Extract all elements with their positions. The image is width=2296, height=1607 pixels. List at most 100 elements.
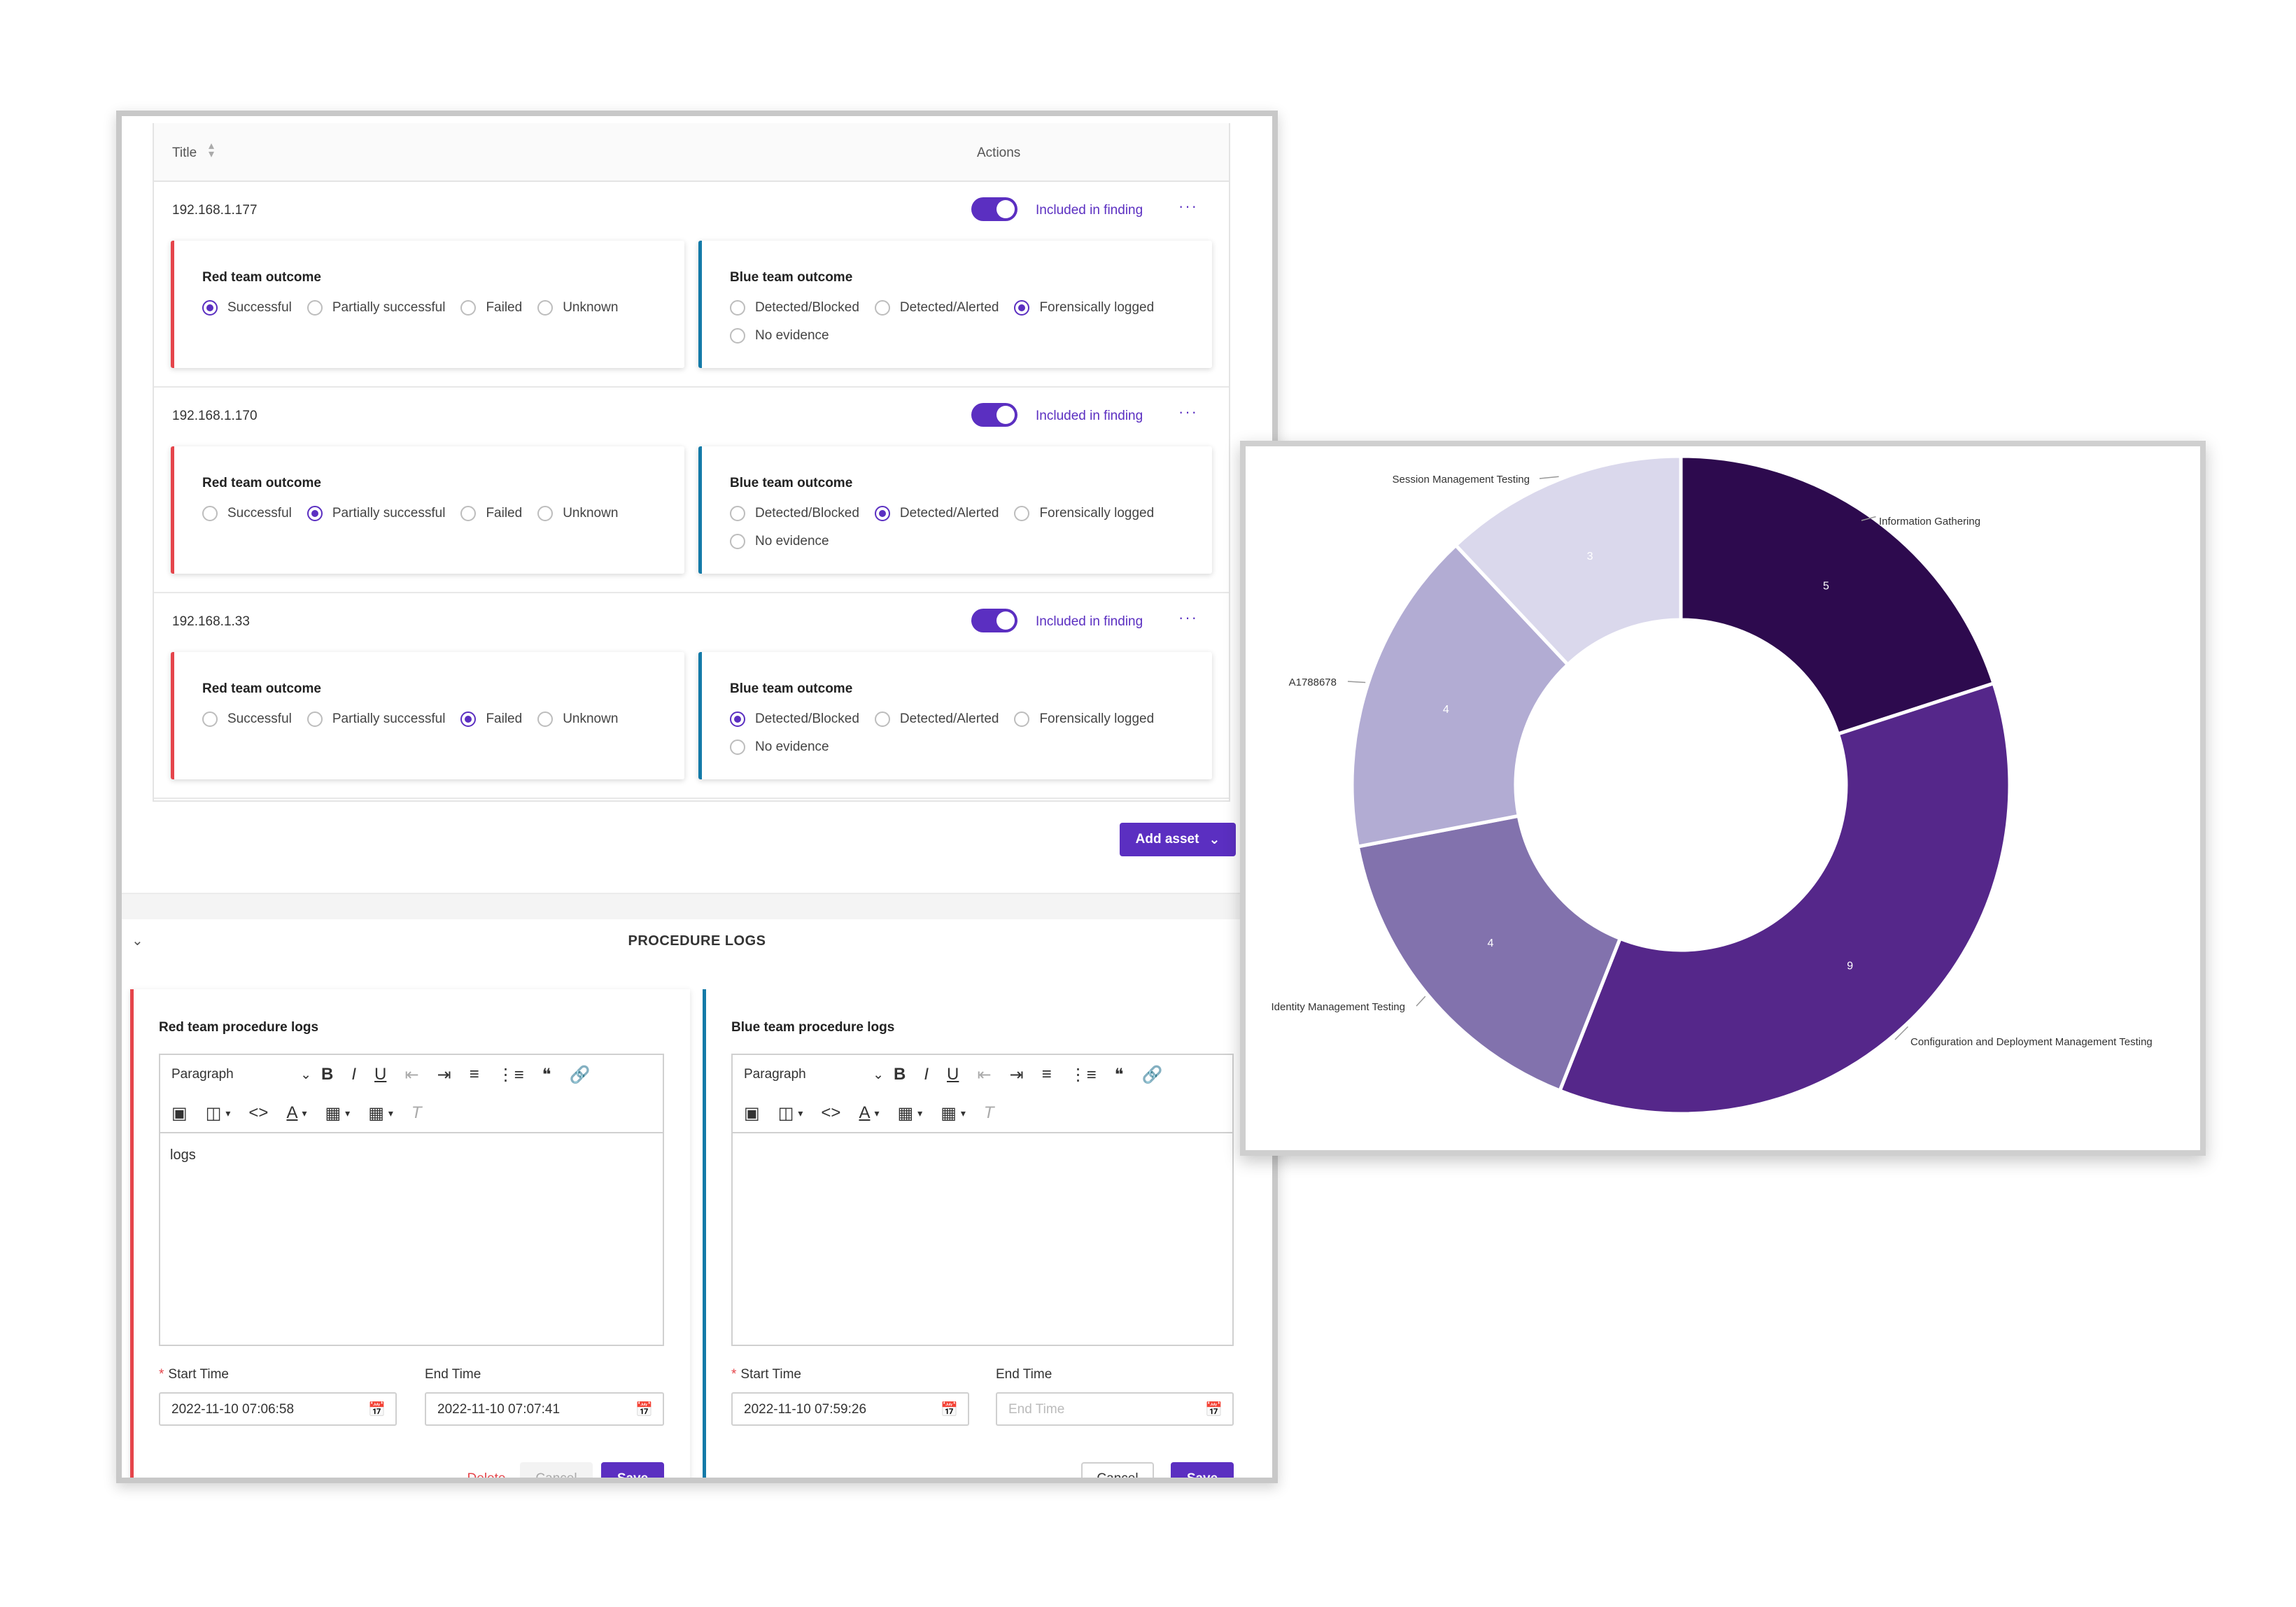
- calendar-icon[interactable]: 📅: [941, 1401, 958, 1418]
- radio-option[interactable]: Forensically logged: [1014, 705, 1154, 733]
- radio-dot[interactable]: [202, 712, 218, 727]
- radio-dot[interactable]: [1014, 506, 1030, 521]
- included-toggle[interactable]: [971, 609, 1017, 632]
- highlight-icon[interactable]: ▦ ▾: [897, 1103, 922, 1124]
- radio-dot[interactable]: [730, 739, 745, 755]
- blue-end-time-input[interactable]: End Time 📅: [996, 1392, 1234, 1426]
- outdent-icon[interactable]: ⇤: [404, 1065, 418, 1085]
- red-log-editor[interactable]: Paragraph ⌄ B I U ⇤ ⇥ ≡ ⋮≡ ❝ 🔗 ▣ ◫ ▾ <> A ▾…: [159, 1054, 664, 1346]
- radio-option[interactable]: Successful: [202, 294, 292, 322]
- underline-icon[interactable]: U: [947, 1065, 959, 1084]
- radio-option[interactable]: No evidence: [730, 528, 829, 555]
- radio-dot[interactable]: [537, 506, 554, 521]
- radio-dot[interactable]: [460, 712, 477, 727]
- add-asset-button[interactable]: Add asset ⌄: [1120, 823, 1236, 856]
- bullet-list-icon[interactable]: ⋮≡: [498, 1065, 524, 1085]
- radio-dot[interactable]: [307, 300, 323, 316]
- quote-icon[interactable]: ❝: [542, 1065, 551, 1085]
- included-toggle[interactable]: [971, 197, 1017, 221]
- link-icon[interactable]: 🔗: [570, 1065, 591, 1085]
- code-icon[interactable]: <>: [248, 1103, 268, 1123]
- highlight-icon[interactable]: ▦ ▾: [325, 1103, 350, 1124]
- radio-dot[interactable]: [874, 506, 890, 521]
- paragraph-select[interactable]: Paragraph ⌄: [744, 1067, 884, 1083]
- sort-icon[interactable]: ▴ ▾: [209, 141, 214, 160]
- red-end-time-input[interactable]: 2022-11-10 07:07:41 📅: [425, 1392, 664, 1426]
- radio-dot[interactable]: [1014, 712, 1030, 727]
- radio-option[interactable]: Partially successful: [307, 705, 445, 733]
- radio-dot[interactable]: [1014, 300, 1030, 316]
- italic-icon[interactable]: I: [351, 1065, 356, 1084]
- media-icon[interactable]: ◫ ▾: [206, 1103, 231, 1124]
- table-icon[interactable]: ▦ ▾: [368, 1103, 393, 1124]
- radio-option[interactable]: Forensically logged: [1014, 500, 1154, 528]
- blue-log-editor[interactable]: Paragraph ⌄ B I U ⇤ ⇥ ≡ ⋮≡ ❝ 🔗 ▣ ◫ ▾ <> A ▾…: [731, 1054, 1234, 1346]
- code-icon[interactable]: <>: [821, 1103, 840, 1123]
- quote-icon[interactable]: ❝: [1115, 1065, 1124, 1085]
- radio-dot[interactable]: [537, 300, 554, 316]
- radio-option[interactable]: Detected/Alerted: [874, 705, 999, 733]
- media-icon[interactable]: ◫ ▾: [778, 1103, 803, 1124]
- red-start-time-input[interactable]: 2022-11-10 07:06:58 📅: [159, 1392, 397, 1426]
- more-options-icon[interactable]: ···: [1178, 609, 1198, 627]
- radio-option[interactable]: Detected/Alerted: [874, 500, 999, 528]
- radio-option[interactable]: Partially successful: [307, 294, 445, 322]
- blue-cancel-button[interactable]: Cancel: [1081, 1462, 1154, 1478]
- radio-dot[interactable]: [730, 506, 745, 521]
- radio-option[interactable]: Failed: [460, 500, 522, 528]
- blue-save-button[interactable]: Save: [1171, 1462, 1234, 1478]
- radio-option[interactable]: Forensically logged: [1014, 294, 1154, 322]
- image-icon[interactable]: ▣: [171, 1103, 188, 1124]
- radio-option[interactable]: Unknown: [537, 705, 618, 733]
- radio-dot[interactable]: [307, 712, 323, 727]
- radio-dot[interactable]: [730, 712, 745, 727]
- paragraph-select[interactable]: Paragraph ⌄: [171, 1067, 311, 1083]
- red-save-button[interactable]: Save: [601, 1462, 664, 1478]
- italic-icon[interactable]: I: [924, 1065, 929, 1084]
- underline-icon[interactable]: U: [374, 1065, 386, 1084]
- radio-dot[interactable]: [202, 506, 218, 521]
- radio-option[interactable]: Partially successful: [307, 500, 445, 528]
- radio-dot[interactable]: [874, 300, 890, 316]
- delete-button[interactable]: Delete: [458, 1462, 514, 1478]
- clear-format-icon[interactable]: T: [411, 1103, 422, 1123]
- radio-option[interactable]: No evidence: [730, 733, 829, 761]
- link-icon[interactable]: 🔗: [1142, 1065, 1163, 1085]
- radio-option[interactable]: Unknown: [537, 500, 618, 528]
- radio-option[interactable]: No evidence: [730, 322, 829, 350]
- table-icon[interactable]: ▦ ▾: [941, 1103, 966, 1124]
- radio-option[interactable]: Detected/Blocked: [730, 705, 859, 733]
- calendar-icon[interactable]: 📅: [1205, 1401, 1223, 1418]
- cancel-button-disabled[interactable]: Cancel: [520, 1462, 593, 1478]
- indent-icon[interactable]: ⇥: [437, 1065, 451, 1085]
- radio-option[interactable]: Successful: [202, 500, 292, 528]
- clear-format-icon[interactable]: T: [984, 1103, 994, 1123]
- included-toggle[interactable]: [971, 403, 1017, 427]
- blue-start-time-input[interactable]: 2022-11-10 07:59:26 📅: [731, 1392, 969, 1426]
- font-color-icon[interactable]: A ▾: [859, 1103, 879, 1123]
- radio-dot[interactable]: [537, 712, 554, 727]
- donut-slice[interactable]: [1679, 454, 1996, 737]
- bold-icon[interactable]: B: [894, 1065, 906, 1084]
- radio-option[interactable]: Successful: [202, 705, 292, 733]
- more-options-icon[interactable]: ···: [1178, 197, 1198, 215]
- outdent-icon[interactable]: ⇤: [977, 1065, 991, 1085]
- red-log-content[interactable]: logs: [170, 1147, 196, 1163]
- radio-dot[interactable]: [460, 506, 477, 521]
- radio-dot[interactable]: [730, 300, 745, 316]
- radio-dot[interactable]: [730, 534, 745, 549]
- numbered-list-icon[interactable]: ≡: [1042, 1065, 1052, 1084]
- radio-option[interactable]: Detected/Blocked: [730, 500, 859, 528]
- radio-option[interactable]: Detected/Blocked: [730, 294, 859, 322]
- indent-icon[interactable]: ⇥: [1009, 1065, 1023, 1085]
- calendar-icon[interactable]: 📅: [368, 1401, 386, 1418]
- radio-dot[interactable]: [874, 712, 890, 727]
- column-title[interactable]: Title: [172, 146, 197, 161]
- numbered-list-icon[interactable]: ≡: [470, 1065, 479, 1084]
- radio-option[interactable]: Failed: [460, 705, 522, 733]
- image-icon[interactable]: ▣: [744, 1103, 760, 1124]
- calendar-icon[interactable]: 📅: [635, 1401, 653, 1418]
- radio-dot[interactable]: [460, 300, 477, 316]
- procedure-logs-header[interactable]: ⌄ PROCEDURE LOGS: [122, 919, 1272, 964]
- radio-dot[interactable]: [307, 506, 323, 521]
